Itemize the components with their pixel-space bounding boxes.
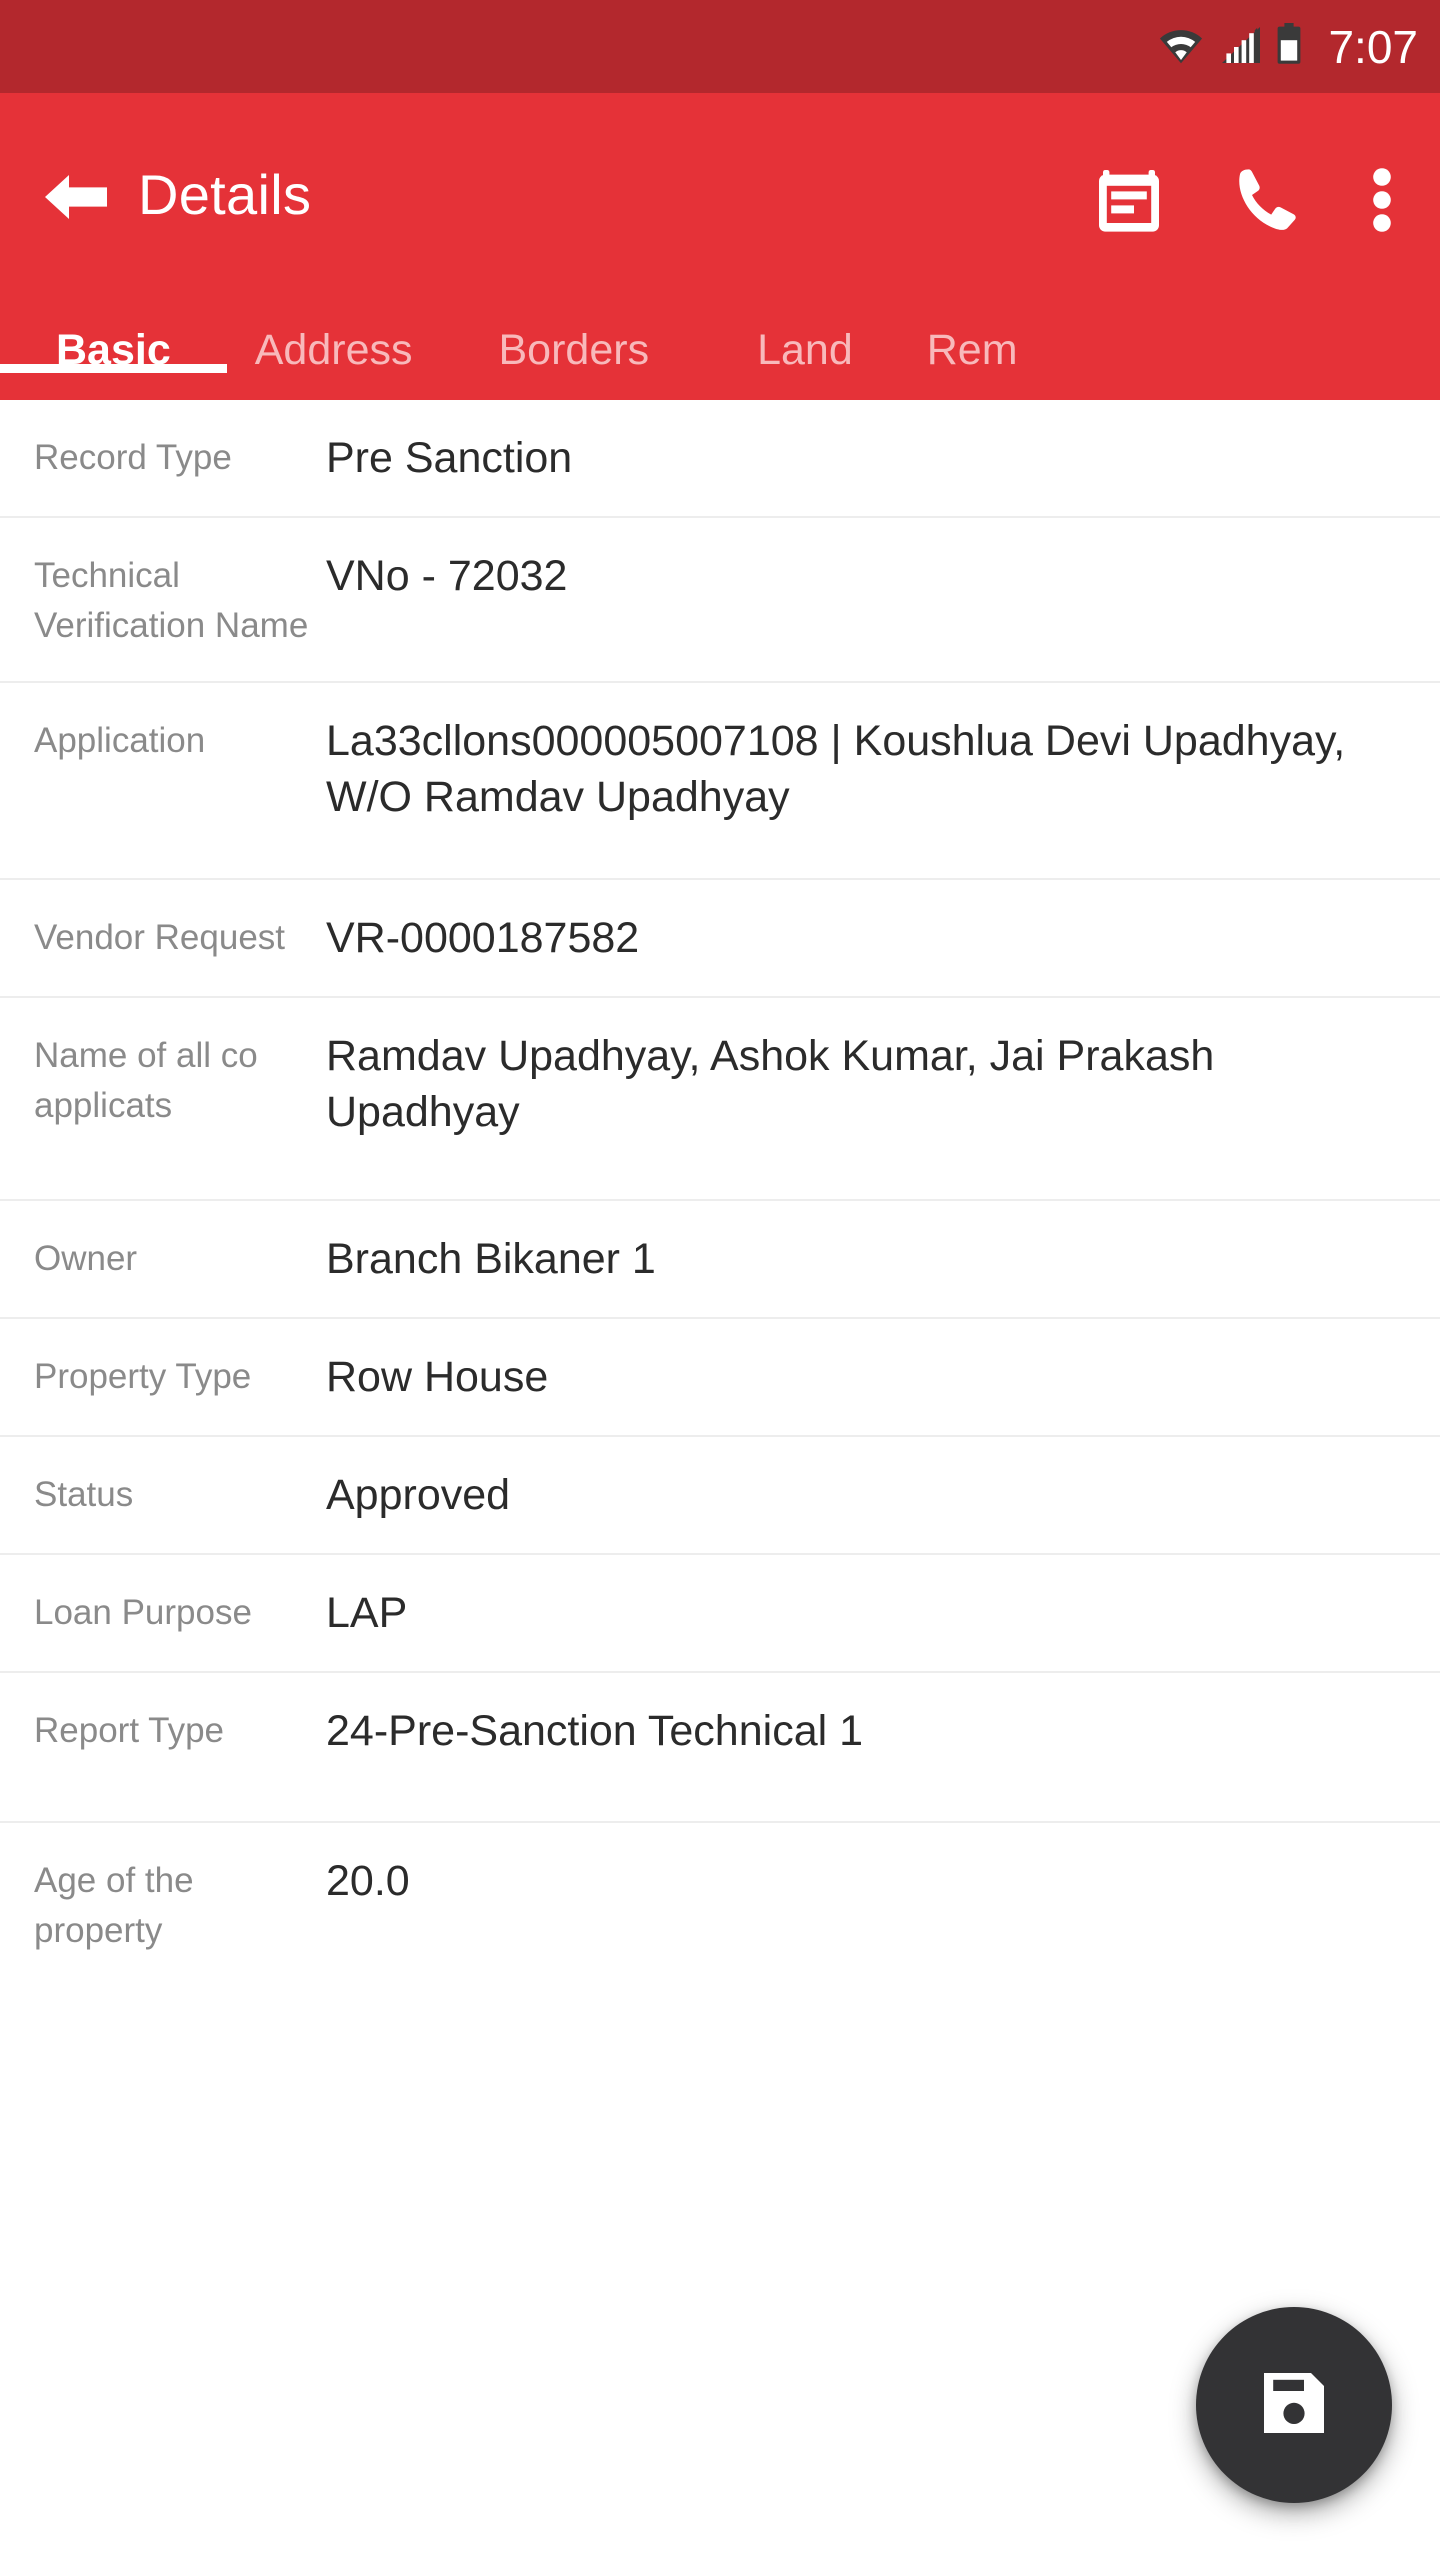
row-label: Status	[34, 1475, 134, 1514]
row-value: Row House	[326, 1353, 549, 1401]
row-value: Approved	[326, 1471, 511, 1519]
table-row[interactable]: Application La33cllons000005007108 | Kou…	[0, 683, 1440, 880]
table-row[interactable]: Technical Verification Name VNo - 72032	[0, 518, 1440, 683]
row-value: 24-Pre-Sanction Technical 1	[326, 1707, 864, 1755]
row-value: LAP	[326, 1589, 408, 1637]
status-bar-clock: 7:07	[1328, 21, 1418, 73]
tab-remarks[interactable]: Rem	[895, 305, 1028, 373]
tab-land[interactable]: Land	[707, 305, 895, 373]
save-icon	[1258, 2367, 1330, 2444]
table-row[interactable]: Owner Branch Bikaner 1	[0, 1201, 1440, 1319]
calendar-button[interactable]	[1098, 167, 1160, 238]
row-label: Age of the property	[34, 1861, 194, 1950]
details-list[interactable]: Record Type Pre Sanction Technical Verif…	[0, 400, 1440, 2560]
row-label: Loan Purpose	[34, 1593, 252, 1632]
back-button[interactable]	[20, 169, 130, 230]
app-screen: 7:07 Details Basic Address Borders Land …	[0, 0, 1440, 2560]
row-label: Property Type	[34, 1357, 252, 1396]
table-row[interactable]: Record Type Pre Sanction	[0, 400, 1440, 518]
tab-borders[interactable]: Borders	[441, 305, 708, 373]
table-row[interactable]: Age of the property 20.0	[0, 1823, 1440, 1986]
status-bar: 7:07	[0, 0, 1440, 93]
overflow-menu-button[interactable]	[1372, 167, 1392, 238]
tab-address[interactable]: Address	[227, 305, 441, 373]
row-label: Report Type	[34, 1711, 225, 1750]
row-label: Application	[34, 721, 206, 760]
row-label: Vendor Request	[34, 918, 286, 957]
table-row[interactable]: Report Type 24-Pre-Sanction Technical 1	[0, 1673, 1440, 1823]
tab-land-label: Land	[757, 326, 853, 374]
wifi-icon	[1158, 25, 1204, 70]
table-row[interactable]: Vendor Request VR-0000187582	[0, 880, 1440, 998]
arrow-left-icon	[41, 169, 109, 230]
row-value: Ramdav Upadhyay, Ashok Kumar, Jai Prakas…	[326, 1032, 1215, 1136]
overflow-menu-icon	[1372, 167, 1392, 238]
row-value: La33cllons000005007108 | Koushlua Devi U…	[326, 717, 1346, 821]
app-bar: Details	[0, 93, 1440, 305]
row-label: Record Type	[34, 438, 232, 477]
row-label: Name of all co applicats	[34, 1036, 258, 1125]
tab-borders-label: Borders	[498, 326, 650, 374]
row-label: Owner	[34, 1239, 138, 1278]
tab-address-label: Address	[254, 326, 413, 374]
tab-bar: Basic Address Borders Land Rem	[0, 305, 1440, 400]
app-bar-actions	[1098, 167, 1440, 238]
tab-basic[interactable]: Basic	[0, 305, 227, 373]
phone-icon	[1234, 167, 1298, 238]
row-value: Branch Bikaner 1	[326, 1235, 656, 1283]
row-value: VR-0000187582	[326, 914, 640, 962]
table-row[interactable]: Status Approved	[0, 1437, 1440, 1555]
row-value: Pre Sanction	[326, 434, 573, 482]
cellular-signal-icon	[1218, 25, 1262, 70]
table-row[interactable]: Loan Purpose LAP	[0, 1555, 1440, 1673]
row-label: Technical Verification Name	[34, 556, 309, 645]
table-row[interactable]: Property Type Row House	[0, 1319, 1440, 1437]
table-row[interactable]: Name of all co applicats Ramdav Upadhyay…	[0, 998, 1440, 1201]
calendar-icon	[1098, 167, 1160, 238]
save-fab-button[interactable]	[1196, 2307, 1392, 2503]
row-value: 20.0	[326, 1857, 410, 1905]
call-button[interactable]	[1234, 167, 1298, 238]
status-bar-icons: 7:07	[1158, 23, 1418, 70]
page-title: Details	[138, 163, 312, 226]
battery-icon	[1276, 23, 1302, 70]
tab-active-indicator	[0, 364, 227, 373]
tab-remarks-label: Rem	[926, 326, 1018, 374]
row-value: VNo - 72032	[326, 552, 568, 600]
